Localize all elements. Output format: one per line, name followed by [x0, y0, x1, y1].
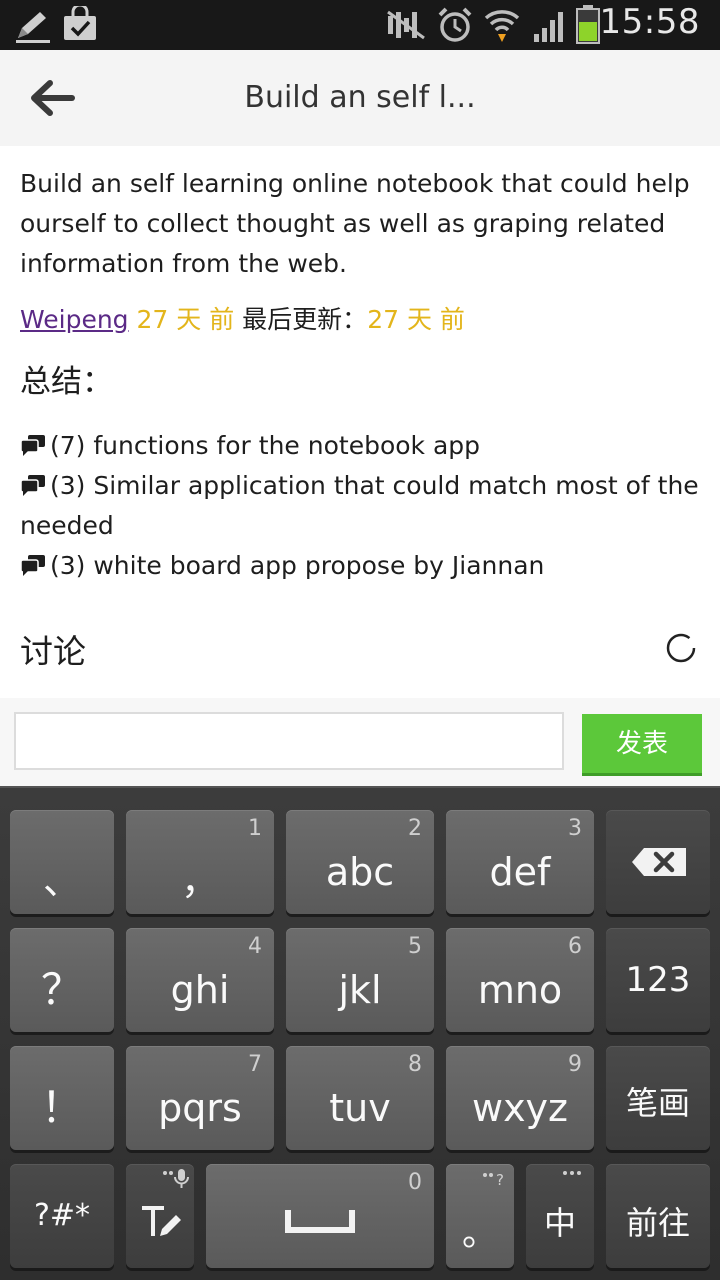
chat-bubbles-icon: [20, 435, 45, 456]
key-abc[interactable]: 2 abc: [286, 810, 434, 914]
wifi-icon: [484, 10, 520, 42]
key-123[interactable]: 123: [606, 928, 710, 1032]
summary-item-text: (3) white board app propose by Jiannan: [50, 551, 545, 580]
post-content: Build an self learning online notebook t…: [20, 164, 704, 586]
key-symbols[interactable]: ?#*: [10, 1164, 114, 1268]
summary-heading: 总结：: [20, 364, 113, 400]
author-link[interactable]: Weipeng: [20, 305, 129, 334]
alarm-icon: [438, 7, 472, 42]
created-time: 27 天 前: [136, 305, 235, 334]
key-def[interactable]: 3 def: [446, 810, 594, 914]
summary-list: (7) functions for the notebook app (3) S…: [20, 426, 704, 586]
summary-item-text: (7) functions for the notebook app: [50, 431, 481, 460]
space-key[interactable]: 0: [206, 1164, 434, 1268]
key-question[interactable]: ？: [10, 928, 114, 1032]
signal-icon: [534, 12, 563, 42]
page-title: Build an self l...: [244, 80, 476, 115]
key-wxyz[interactable]: 9 wxyz: [446, 1046, 594, 1150]
summary-item-text: (3) Similar application that could match…: [20, 471, 699, 540]
handwriting-icon: [142, 1206, 181, 1236]
shopping-bag-icon: [64, 6, 96, 40]
svg-text:?: ?: [496, 1171, 504, 1188]
more-dots-icon: ?: [483, 1171, 504, 1188]
key-period[interactable]: ? 。: [446, 1164, 514, 1268]
loading-spinner-icon: [666, 633, 696, 663]
key-jkl[interactable]: 5 jkl: [286, 928, 434, 1032]
key-chinese-mode[interactable]: 中: [526, 1164, 594, 1268]
key-text-mode[interactable]: [126, 1164, 194, 1268]
key-pqrs[interactable]: 7 pqrs: [126, 1046, 274, 1150]
post-description: Build an self learning online notebook t…: [20, 169, 690, 278]
backspace-key[interactable]: [606, 810, 710, 914]
clock: 15:58: [599, 2, 700, 42]
comment-bar: 发表: [0, 698, 720, 788]
key-dunhao[interactable]: 、: [10, 810, 114, 914]
post-comment-button[interactable]: 发表: [582, 714, 702, 776]
edit-icon: [16, 12, 50, 43]
discussion-heading: 讨论: [20, 632, 86, 671]
backspace-icon: [632, 848, 686, 876]
summary-item[interactable]: (7) functions for the notebook app: [20, 426, 704, 466]
comment-input[interactable]: [14, 712, 564, 770]
key-stroke[interactable]: 笔画: [606, 1046, 710, 1150]
space-bar-icon: [285, 1210, 355, 1233]
battery-icon: [576, 5, 600, 44]
chat-bubbles-icon: [20, 475, 45, 496]
post-meta: Weipeng 27 天 前 最后更新：27 天 前: [20, 300, 704, 340]
app-header: Build an self l...: [0, 50, 720, 146]
summary-item[interactable]: (3) Similar application that could match…: [20, 466, 704, 546]
key-mno[interactable]: 6 mno: [446, 928, 594, 1032]
summary-item[interactable]: (3) white board app propose by Jiannan: [20, 546, 704, 586]
key-ghi[interactable]: 4 ghi: [126, 928, 274, 1032]
more-dots-icon: [563, 1171, 581, 1175]
key-tuv[interactable]: 8 tuv: [286, 1046, 434, 1150]
mute-icon: [387, 10, 425, 40]
go-key[interactable]: 前往: [606, 1164, 710, 1268]
soft-keyboard: 、 1 ， 2 abc 3 def ？ 4 ghi 5 jkl 6 mno 12…: [0, 786, 720, 1280]
status-bar: 15:58: [0, 0, 720, 50]
mic-icon: [163, 1169, 189, 1188]
updated-time: 27 天 前: [367, 305, 465, 334]
key-exclaim[interactable]: ！: [10, 1046, 114, 1150]
last-updated-label: 最后更新：: [242, 305, 368, 334]
chat-bubbles-icon: [20, 555, 45, 576]
key-comma[interactable]: 1 ，: [126, 810, 274, 914]
